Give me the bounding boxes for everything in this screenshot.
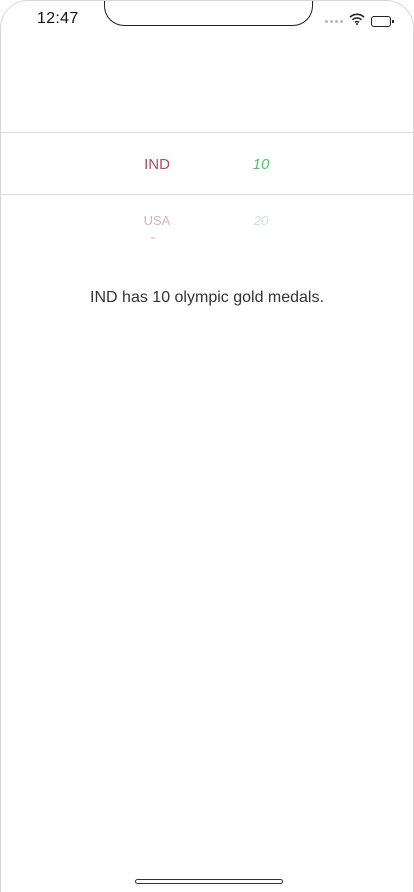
wifi-icon	[349, 12, 365, 30]
picker-selection-line-bottom	[1, 194, 413, 195]
picker-country-selected[interactable]: IND	[117, 145, 197, 185]
signal-dots-icon	[325, 19, 343, 23]
phone-screen: 12:47 IND 10 USA 20 IND has 10 olympic g…	[0, 0, 414, 892]
country-medal-picker[interactable]: IND 10 USA 20	[1, 41, 413, 261]
home-indicator[interactable]	[135, 879, 283, 884]
picker-faint-option	[151, 237, 155, 239]
picker-medals-selected[interactable]: 10	[221, 145, 301, 185]
picker-row-faint	[1, 231, 413, 251]
status-icons	[325, 12, 394, 30]
status-time: 12:47	[37, 10, 79, 27]
device-notch	[104, 1, 313, 26]
medal-result-label: IND has 10 olympic gold medals.	[90, 289, 324, 306]
status-bar: 12:47	[1, 1, 413, 41]
picker-selection-line-top	[1, 132, 413, 133]
picker-row-selected[interactable]: IND 10	[1, 145, 413, 185]
battery-icon	[371, 15, 394, 27]
